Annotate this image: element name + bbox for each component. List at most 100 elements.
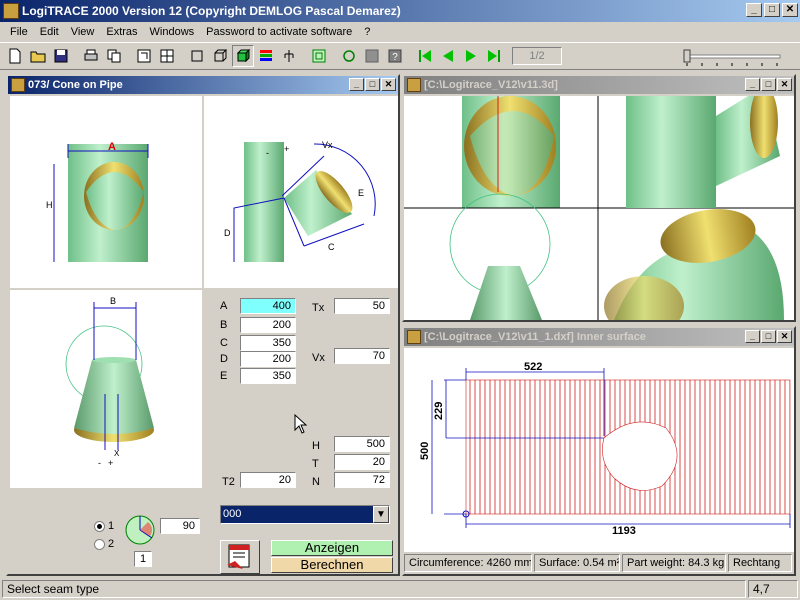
dim-d-label: D (224, 228, 231, 238)
menu-help[interactable]: ? (358, 26, 376, 38)
seam-radio-2[interactable] (94, 538, 105, 550)
minimize-button[interactable]: _ (746, 3, 762, 17)
window-maximize-button[interactable]: □ (365, 78, 380, 91)
last-page-icon[interactable] (483, 45, 505, 67)
seam-angle-input[interactable]: 90 (160, 518, 200, 534)
param-t-input[interactable]: 20 (334, 454, 390, 470)
x-label: X (114, 449, 120, 458)
dim-e-label: E (358, 188, 364, 198)
dim-522-label: 522 (524, 361, 542, 373)
front-view-diagram: A H (46, 141, 149, 262)
colors-icon[interactable] (255, 45, 277, 67)
copy-icon[interactable] (103, 45, 125, 67)
next-page-icon[interactable] (460, 45, 482, 67)
berechnen-button[interactable]: Berechnen (271, 557, 393, 573)
param-b-input[interactable]: 200 (240, 317, 296, 333)
close-button[interactable]: ✕ (782, 3, 798, 17)
wireframe-square-icon[interactable] (186, 45, 208, 67)
param-n-input[interactable]: 72 (334, 472, 390, 488)
dxf-viewport[interactable]: 522 229 500 1193 (404, 348, 794, 552)
3d-viewport[interactable] (404, 86, 794, 336)
param-tx-label: Tx (312, 302, 325, 314)
param-t2-input[interactable]: 20 (240, 472, 296, 488)
dxf-unfold-drawing: 522 229 500 1193 (419, 361, 791, 537)
dxf-minimize-button[interactable]: _ (745, 330, 760, 343)
dxf-maximize-button[interactable]: □ (761, 330, 776, 343)
solid-cube-icon[interactable] (232, 45, 254, 67)
3d-window-titlebar: [C:\Logitrace_V12\v11.3d] _ □ ✕ (404, 76, 794, 94)
window-icon (11, 78, 25, 92)
menu-password[interactable]: Password to activate software (200, 26, 358, 38)
bottom-minus-label: - (98, 458, 101, 468)
menu-extras[interactable]: Extras (100, 26, 143, 38)
window-icon (407, 330, 421, 344)
svg-text:?: ? (392, 52, 398, 63)
cone-window-title: 073/ Cone on Pipe (28, 79, 123, 91)
param-h-input[interactable]: 500 (334, 436, 390, 452)
seam-number-input[interactable]: 1 (134, 551, 152, 567)
zoom-slider[interactable] (682, 47, 782, 67)
3d-minimize-button[interactable]: _ (745, 78, 760, 91)
dxf-window-title: [C:\Logitrace_V12\v11_1.dxf] Inner surfa… (424, 331, 646, 343)
disabled-tool-icon (361, 45, 383, 67)
toolbar: ? 1/2 (0, 42, 800, 70)
dim-229-label: 229 (433, 402, 445, 420)
dropdown-arrow-icon[interactable]: ▼ (373, 506, 389, 523)
menu-file[interactable]: File (4, 26, 34, 38)
open-folder-icon[interactable] (27, 45, 49, 67)
3d-maximize-button[interactable]: □ (761, 78, 776, 91)
app-titlebar: LogiTRACE 2000 Version 12 (Copyright DEM… (0, 0, 800, 22)
dim-b-label: B (110, 296, 116, 306)
param-n-label: N (312, 476, 320, 488)
param-a-input[interactable]: 400 (240, 298, 296, 314)
dim-1193-label: 1193 (612, 525, 636, 537)
circumference-readout: Circumference: 4260 mm (404, 554, 532, 572)
anzeigen-button[interactable]: Anzeigen (271, 540, 393, 556)
param-vx-input[interactable]: 70 (334, 348, 390, 364)
seam-radio-1[interactable] (94, 520, 105, 532)
param-d-input[interactable]: 200 (240, 351, 296, 367)
first-page-icon[interactable] (414, 45, 436, 67)
param-c-input[interactable]: 350 (240, 335, 296, 351)
3d-view-window: [C:\Logitrace_V12\v11.3d] _ □ ✕ (402, 74, 796, 336)
app-title: LogiTRACE 2000 Version 12 (Copyright DEM… (22, 4, 401, 18)
dxf-window-titlebar: [C:\Logitrace_V12\v11_1.dxf] Inner surfa… (404, 328, 794, 346)
menu-bar: File Edit View Extras Windows Password t… (0, 22, 800, 42)
save-icon[interactable] (50, 45, 72, 67)
window-minimize-button[interactable]: _ (349, 78, 364, 91)
param-h-label: H (312, 440, 320, 452)
bottom-plus-label: + (108, 458, 113, 468)
curve-icon[interactable] (338, 45, 360, 67)
window-close-button[interactable]: ✕ (381, 78, 396, 91)
param-b-label: B (220, 319, 228, 331)
calculator-icon[interactable] (220, 540, 260, 574)
top-view-panel: B - + X (10, 290, 202, 488)
dim-h-label: H (46, 200, 53, 210)
seam-radio-1-label: 1 (108, 520, 115, 532)
profile-dropdown[interactable]: 000 ▼ (220, 505, 390, 524)
menu-windows[interactable]: Windows (144, 26, 201, 38)
3d-close-button[interactable]: ✕ (777, 78, 792, 91)
menu-edit[interactable]: Edit (34, 26, 65, 38)
param-a-label: A (220, 300, 228, 312)
param-e-input[interactable]: 350 (240, 368, 296, 384)
param-vx-label: Vx (312, 352, 325, 364)
seam-angle-icon (125, 515, 155, 545)
prev-page-icon[interactable] (437, 45, 459, 67)
param-t-label: T (312, 458, 319, 470)
single-view-icon[interactable] (133, 45, 155, 67)
tree-icon[interactable] (278, 45, 300, 67)
layer-icon[interactable] (308, 45, 330, 67)
help-tool-icon[interactable]: ? (384, 45, 406, 67)
param-c-label: C (220, 337, 228, 349)
print-icon[interactable] (80, 45, 102, 67)
maximize-button[interactable]: □ (764, 3, 780, 17)
wireframe-cube-icon[interactable] (209, 45, 231, 67)
dxf-close-button[interactable]: ✕ (777, 330, 792, 343)
menu-view[interactable]: View (65, 26, 101, 38)
page-indicator: 1/2 (512, 47, 562, 65)
param-tx-input[interactable]: 50 (334, 298, 390, 314)
shape-readout: Rechtang (728, 554, 792, 572)
new-file-icon[interactable] (4, 45, 26, 67)
quad-view-icon[interactable] (156, 45, 178, 67)
